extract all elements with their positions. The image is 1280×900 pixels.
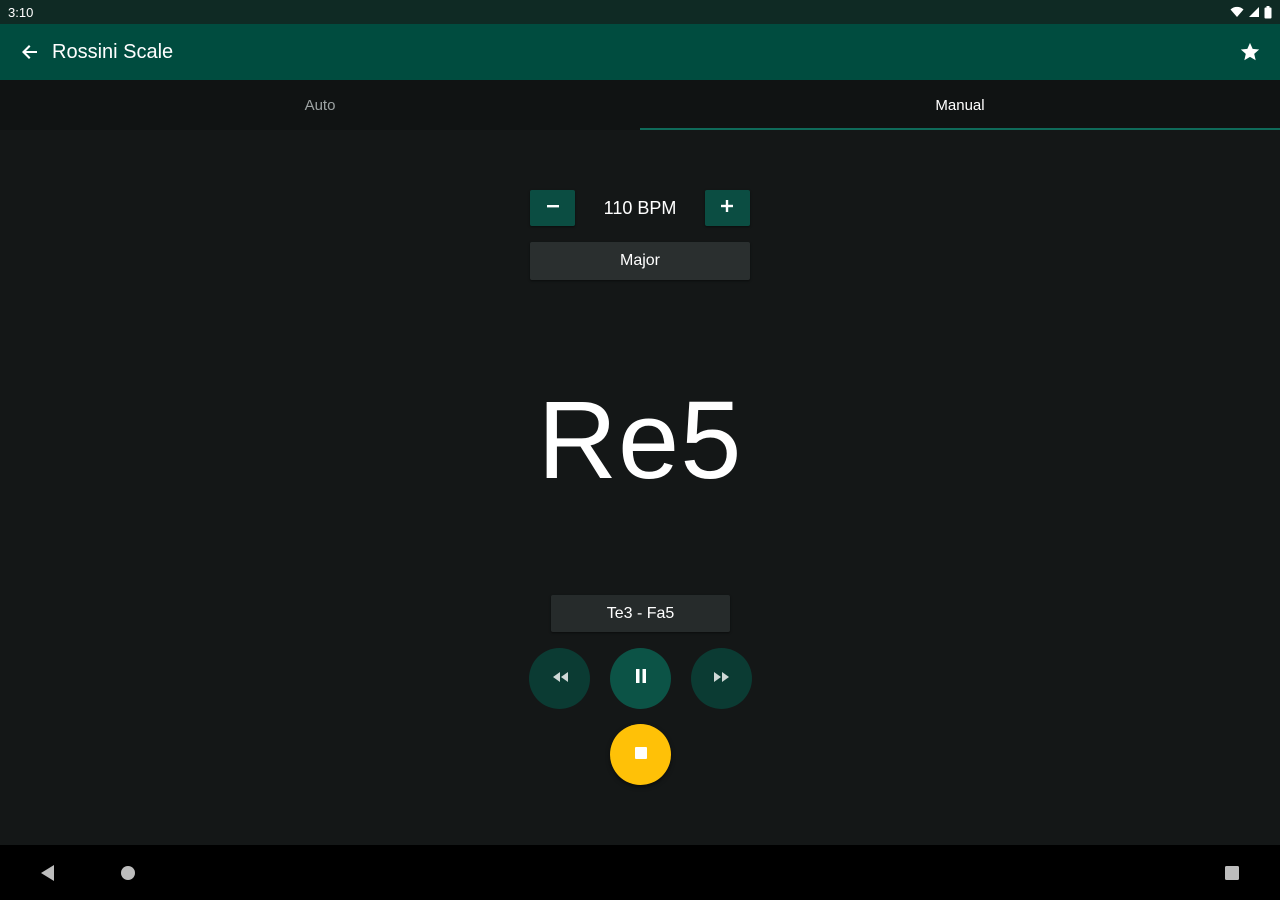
- stop-button[interactable]: [610, 724, 671, 785]
- rewind-button[interactable]: [529, 648, 590, 709]
- tab-auto[interactable]: Auto: [0, 80, 640, 130]
- decrease-bpm-button[interactable]: [530, 190, 575, 226]
- system-nav-bar: [0, 845, 1280, 900]
- fast-forward-icon: [713, 670, 731, 688]
- app-title: Rossini Scale: [52, 40, 174, 63]
- stop-icon: [634, 746, 647, 764]
- app-bar: Rossini Scale: [0, 24, 1280, 80]
- pause-button[interactable]: [610, 648, 671, 709]
- signal-icon: [1248, 6, 1260, 18]
- tab-manual[interactable]: Manual: [640, 80, 1280, 130]
- status-time: 3:10: [8, 4, 34, 20]
- rewind-icon: [551, 670, 569, 688]
- app-root: 3:10 Rossini Scale Auto Manual 110 BPM M…: [0, 0, 1280, 900]
- nav-recents-icon[interactable]: [1216, 857, 1248, 889]
- battery-icon: [1264, 5, 1272, 19]
- current-note: Re5: [537, 378, 743, 502]
- playback-controls: [529, 648, 752, 709]
- bpm-value: 110 BPM: [603, 197, 677, 218]
- tempo-control: 110 BPM: [530, 190, 750, 226]
- status-bar: 3:10: [0, 0, 1280, 24]
- nav-back-icon[interactable]: [32, 857, 64, 889]
- scale-type-select[interactable]: Major: [530, 242, 750, 280]
- wifi-icon: [1230, 6, 1244, 18]
- note-range[interactable]: Te3 - Fa5: [551, 595, 730, 632]
- arrow-left-icon[interactable]: [16, 38, 44, 66]
- star-icon[interactable]: [1236, 38, 1264, 66]
- nav-home-icon[interactable]: [112, 857, 144, 889]
- increase-bpm-button[interactable]: [704, 190, 750, 226]
- plus-icon: [720, 199, 734, 218]
- fast-forward-button[interactable]: [691, 648, 752, 709]
- minus-icon: [546, 199, 560, 218]
- status-icons: [1230, 5, 1272, 19]
- pause-icon: [634, 668, 648, 689]
- mode-tabs: Auto Manual: [0, 80, 1280, 130]
